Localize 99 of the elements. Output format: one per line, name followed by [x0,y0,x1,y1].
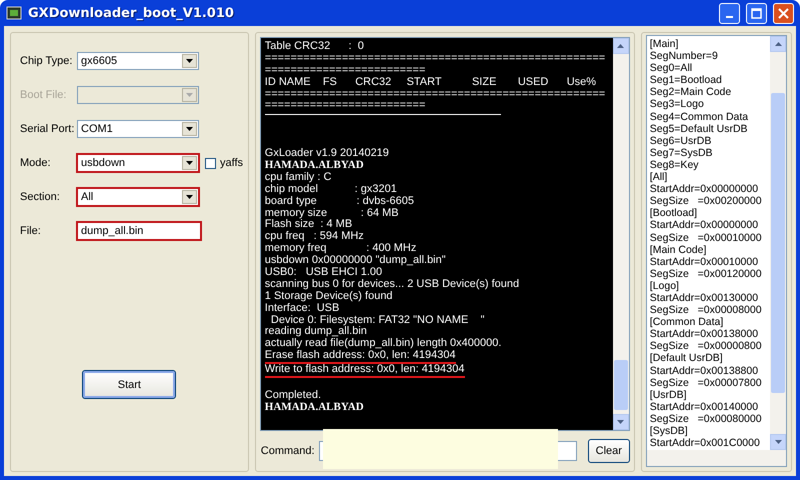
close-button[interactable] [773,2,794,24]
config-line: [Default UsrDB] [650,352,724,365]
caret-icon [186,161,193,165]
config-line: [All] [650,171,668,184]
caret-icon [186,195,193,199]
log-line: Interface: USB [264,302,340,315]
config-line: StartAddr=0x00130000 [650,292,760,304]
config-line: SegSize =0x00000800 [650,340,763,352]
config-line: SegSize =0x00120000 [650,268,763,280]
log-line: scanning bus 0 for devices... 2 USB Device(s) found [264,278,520,291]
config-line: StartAddr=0x00138000 [650,328,760,340]
log-line: ===================================================== [264,88,606,100]
log-line: Table CRC32 : 0 [264,41,364,53]
log-line: Erase flash address: 0x0, len: 4194304 [264,350,456,364]
maximize-button[interactable] [746,2,767,24]
config-line: StartAddr=0x00138800 [650,364,760,377]
minimize-button[interactable] [719,2,740,24]
config-line: StartAddr=0x00000000 [650,219,760,232]
dropdown[interactable]: usbdown [77,154,199,172]
clear-button[interactable]: Clear [588,439,630,463]
log-line: USB0: USB EHCI 1.00 [264,267,382,279]
horizontal-scrollbar[interactable] [646,450,786,466]
log-line: cpu family : C [264,172,332,184]
config-line: [Main] [650,38,680,50]
dropdown[interactable]: gx6605 [77,52,199,70]
log-line: memory size : 64 MB [264,208,399,219]
config-line: [UsrDB] [650,388,688,401]
config-line: SegSize =0x00010000 [650,232,763,244]
log-line: memory freq : 400 MHz [264,243,416,255]
config-line: Seg4=Common Data [650,110,750,123]
config-line: Seg2=Main Code [650,86,732,98]
log-line: actually read file(dump_all.bin) length 0x400000. [264,338,502,350]
field-label: Section: [20,191,61,203]
start-button[interactable]: Start [82,370,176,399]
config-line: Seg8=Key [650,158,700,172]
config-line: SegSize =0x00080000 [650,412,763,425]
config-line: SegSize =0x00008000 [650,304,763,316]
caret-icon [186,93,193,97]
config-line: [Logo] [650,280,680,292]
command-label: Command: [260,445,315,457]
config-line: SegNumber=9 [650,50,719,62]
config-line: StartAddr=0x00010000 [650,256,760,268]
config-line: Seg6=UsrDB [650,134,712,147]
config-line: SegSize =0x00007800 [650,376,763,389]
config-line: StartAddr=0x001C0000 [650,437,761,450]
checkbox-label: yaffs [220,157,244,169]
down-arrow-icon [774,440,782,444]
field-label: Boot File: [20,89,68,101]
config-line: StartAddr=0x00000000 [650,183,760,196]
log-line: ID NAME FS CRC32 START SIZE USED Use% [264,76,596,89]
scroll-thumb[interactable] [771,93,785,393]
log-line: ===================================================== [264,52,606,65]
config-line: Seg1=Bootload [650,74,723,86]
config-line: Seg3=Logo [650,98,705,111]
field-label: Chip Type: [20,55,74,67]
log-line: chip model : gx3201 [264,184,397,196]
config-line: [Bootload] [650,207,698,220]
log-line: GxLoader v1.9 20140219 [264,148,389,160]
scroll-thumb[interactable] [614,360,628,410]
field-label: Serial Port: [20,123,76,135]
log-line: ========================= [264,64,426,77]
log-line: reading dump_all.bin [264,326,367,338]
caret-icon [186,59,193,63]
log-line: ========================= [264,100,426,112]
log-line: Device 0: Filesystem: FAT32 "NO NAME " [270,314,484,326]
app-icon [6,5,22,21]
log-line: usbdown 0x00000000 "dump_all.bin" [264,255,446,267]
config-line: Seg7=SysDB [650,146,714,159]
dropdown[interactable]: All [77,188,199,206]
log-line: Completed. [264,390,322,402]
log-line: HAMADA.ALBYAD [264,402,364,414]
minimize-icon [726,16,733,18]
caret-icon [186,127,193,131]
up-arrow-icon [774,42,782,46]
field-label: File: [20,225,42,237]
file-field[interactable]: dump_all.bin [77,222,201,240]
dropdown[interactable]: COM1 [77,120,199,138]
log-line: board type : dvbs-6605 [264,196,414,208]
config-line: [SysDB] [650,425,689,438]
up-arrow-icon [617,44,624,48]
config-line: Seg5=Default UsrDB [650,122,749,135]
field-label: Mode: [20,157,52,169]
close-icon [778,8,789,18]
log-line: cpu freq : 594 MHz [264,231,364,243]
log-line: HAMADA.ALBYAD [264,160,364,172]
config-line: SegSize =0x00200000 [650,195,763,208]
config-line: [Main Code] [650,244,708,256]
config-line: [Common Data] [650,316,724,328]
config-line: Seg0=All [650,62,694,74]
down-arrow-icon [617,420,624,424]
maximize-icon [751,8,762,18]
config-line: StartAddr=0x00140000 [650,400,760,413]
log-line: 1 Storage Device(s) found [264,290,393,303]
window-title: GXDownloader_boot_V1.010 [28,6,235,20]
checkbox[interactable] [205,158,216,168]
log-line: Flash size : 4 MB [264,219,352,231]
scrollbar[interactable] [770,36,786,450]
log-line: Write to flash address: 0x0, len: 4194304 [264,364,465,378]
scrollbar[interactable] [612,38,629,430]
